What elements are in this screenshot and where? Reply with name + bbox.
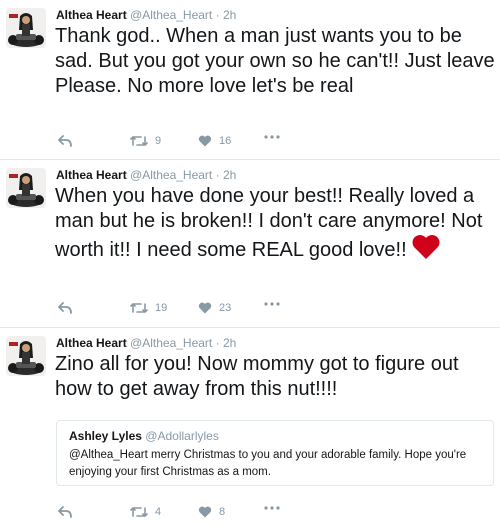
more-button[interactable] xyxy=(264,135,280,139)
quoted-tweet-text: @Althea_Heart merry Christmas to you and… xyxy=(69,449,467,478)
tweet-text: Thank god.. When a man just wants you to… xyxy=(55,25,495,97)
retweet-count: 19 xyxy=(155,302,168,314)
like-count: 23 xyxy=(219,302,232,314)
tweet-text-container: When you have done your best!! Really lo… xyxy=(55,184,495,267)
reply-icon xyxy=(58,135,72,147)
author-name[interactable]: Althea Heart xyxy=(56,336,127,350)
like-button[interactable]: 8 xyxy=(198,506,225,518)
retweet-button[interactable]: 9 xyxy=(130,135,161,147)
tweet-header: Althea Heart @Althea_Heart · 2h xyxy=(56,335,236,351)
avatar[interactable] xyxy=(6,336,46,376)
like-count: 8 xyxy=(219,506,226,518)
reply-icon xyxy=(58,506,72,518)
avatar[interactable] xyxy=(6,168,46,208)
separator: · xyxy=(215,336,220,350)
author-name[interactable]: Althea Heart xyxy=(56,168,127,182)
quoted-author-name: Ashley Lyles xyxy=(69,429,142,443)
retweet-count: 9 xyxy=(155,135,162,147)
tweet-text: Zino all for you! Now mommy got to figur… xyxy=(55,353,459,400)
author-handle[interactable]: @Althea_Heart xyxy=(130,336,212,350)
retweet-icon xyxy=(130,303,148,313)
reply-button[interactable] xyxy=(58,506,72,518)
separator: · xyxy=(215,8,220,22)
heart-icon xyxy=(198,135,212,147)
tweet-3[interactable]: Althea Heart @Althea_Heart · 2h Zino all… xyxy=(0,328,500,532)
more-dots-icon xyxy=(264,302,280,306)
author-handle[interactable]: @Althea_Heart xyxy=(130,168,212,182)
reply-button[interactable] xyxy=(58,302,72,314)
tweet-header: Althea Heart @Althea_Heart · 2h xyxy=(56,167,236,183)
timestamp[interactable]: 2h xyxy=(223,336,236,350)
like-button[interactable]: 16 xyxy=(198,135,231,147)
author-handle[interactable]: @Althea_Heart xyxy=(130,8,212,22)
more-button[interactable] xyxy=(264,302,280,306)
more-button[interactable] xyxy=(264,506,280,510)
more-dots-icon xyxy=(264,506,280,510)
tweet-1[interactable]: Althea Heart @Althea_Heart · 2h Thank go… xyxy=(0,0,500,160)
like-button[interactable]: 23 xyxy=(198,302,231,314)
avatar[interactable] xyxy=(6,8,46,48)
retweet-button[interactable]: 4 xyxy=(130,506,161,518)
tweet-2[interactable]: Althea Heart @Althea_Heart · 2h When you… xyxy=(0,160,500,328)
retweet-icon xyxy=(130,136,148,146)
retweet-button[interactable]: 19 xyxy=(130,302,167,314)
timestamp[interactable]: 2h xyxy=(223,168,236,182)
tweet-header: Althea Heart @Althea_Heart · 2h xyxy=(56,7,236,23)
reply-icon xyxy=(58,302,72,314)
quoted-tweet-header: Ashley Lyles @Adollarlyles xyxy=(69,429,219,443)
heart-icon xyxy=(198,506,212,518)
timestamp[interactable]: 2h xyxy=(223,8,236,22)
reply-button[interactable] xyxy=(58,135,72,147)
more-dots-icon xyxy=(264,135,280,139)
red-heart-emoji-icon xyxy=(411,234,441,267)
quoted-author-handle: @Adollarlyles xyxy=(145,429,219,443)
heart-icon xyxy=(198,302,212,314)
retweet-count: 4 xyxy=(155,506,162,518)
retweet-icon xyxy=(130,507,148,517)
author-name[interactable]: Althea Heart xyxy=(56,8,127,22)
separator: · xyxy=(215,168,220,182)
like-count: 16 xyxy=(219,135,232,147)
quoted-tweet[interactable]: Ashley Lyles @Adollarlyles @Althea_Heart… xyxy=(56,420,494,486)
